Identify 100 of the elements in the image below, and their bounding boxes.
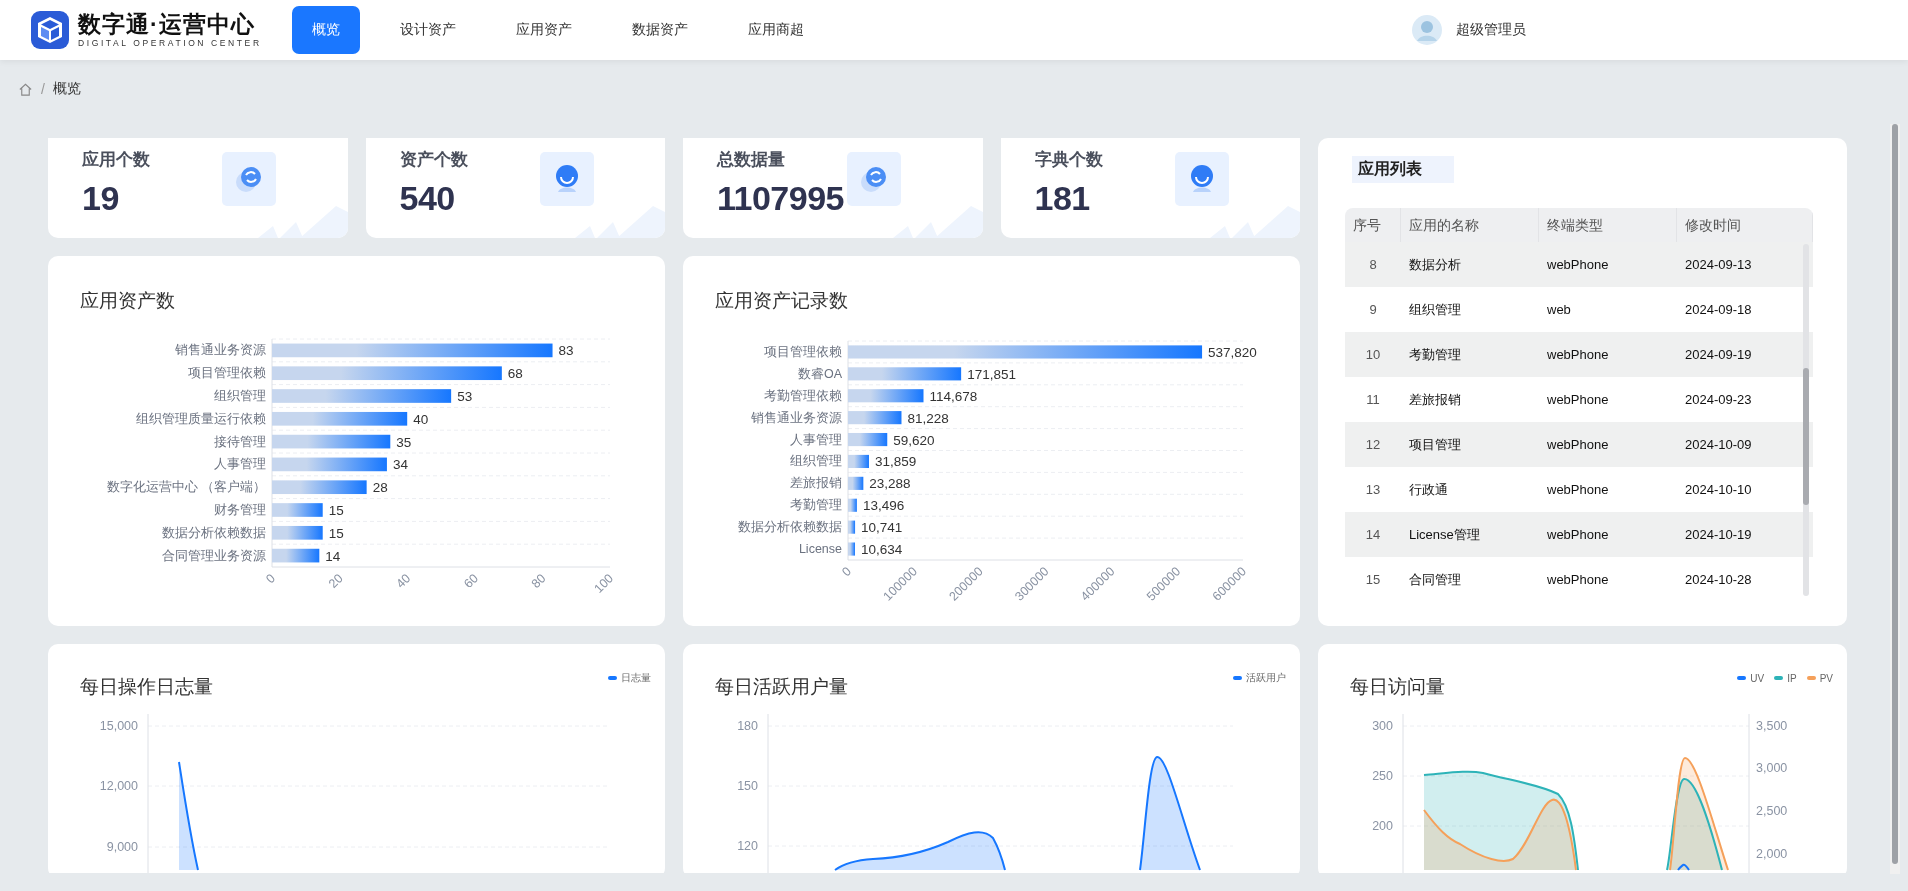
- table-cell-text: 8: [1368, 257, 1378, 272]
- table-cell-text: 10: [1364, 347, 1382, 362]
- table-cell-text: 15: [1364, 572, 1382, 587]
- app-title: 数字通·运营中心: [78, 11, 256, 37]
- table-cell-text: 12: [1364, 437, 1382, 452]
- axis-label: 3,000: [1756, 761, 1788, 775]
- avatar-icon[interactable]: [1412, 15, 1442, 45]
- axis-label: 80: [528, 571, 549, 591]
- category-label: 考勤管理依赖: [764, 388, 842, 403]
- table-cell-text: 11: [1365, 392, 1381, 407]
- table-cell-text: webPhone: [1546, 437, 1610, 452]
- value-label: 28: [372, 480, 388, 496]
- table-row[interactable]: 14 License管理 webPhone 2024-10-19: [1345, 512, 1813, 557]
- bar: [272, 525, 323, 540]
- table-cell-text: webPhone: [1546, 482, 1610, 497]
- nav-tab[interactable]: 应用商超: [728, 6, 824, 54]
- table-row[interactable]: 9 组织管理 web 2024-09-18: [1345, 287, 1813, 332]
- legend-label[interactable]: PV: [1819, 672, 1833, 684]
- axis-label: 15,000: [99, 719, 138, 733]
- table-cell-text: 2024-09-23: [1684, 392, 1753, 407]
- value-label: 40: [413, 411, 429, 427]
- table-cell-text: 差旅报销: [1408, 390, 1462, 409]
- nav-tab[interactable]: 数据资产: [612, 6, 708, 54]
- value-label: 15: [328, 525, 344, 541]
- category-label: 接待管理: [214, 434, 266, 449]
- table-cell-text: 14: [1364, 527, 1382, 542]
- axis-label: 250: [1372, 769, 1393, 783]
- table-row[interactable]: 15 合同管理 webPhone 2024-10-28: [1345, 557, 1813, 602]
- bar: [848, 433, 888, 447]
- table-row[interactable]: 8 数据分析 webPhone 2024-09-13: [1345, 242, 1813, 287]
- bar: [848, 476, 864, 490]
- category-label: 销售通业务资源: [751, 410, 842, 425]
- value-label: 537,820: [1208, 344, 1257, 360]
- table-cell-text: 项目管理: [1408, 435, 1462, 454]
- stat-value: 540: [399, 179, 456, 218]
- category-label: 合同管理业务资源: [162, 548, 266, 563]
- cube-logo-icon: [30, 10, 70, 50]
- nav-tab[interactable]: 应用资产: [496, 6, 592, 54]
- nav-tab[interactable]: 概览: [292, 6, 360, 54]
- table-cell-text: 2024-10-19: [1684, 527, 1753, 542]
- user-name[interactable]: 超级管理员: [1456, 21, 1526, 39]
- bar: [848, 498, 857, 512]
- axis-label: 2,000: [1756, 847, 1788, 861]
- legend-label[interactable]: IP: [1787, 672, 1797, 684]
- sync-icon: [222, 152, 276, 206]
- value-label: 14: [325, 548, 341, 564]
- axis-label: 3,500: [1756, 719, 1788, 733]
- stat-label: 总数据量: [717, 149, 786, 171]
- stat-value: 19: [82, 179, 120, 218]
- axis-label: 20: [326, 571, 346, 591]
- table-row[interactable]: 12 项目管理 webPhone 2024-10-09: [1345, 422, 1813, 467]
- table-row[interactable]: 13 行政通 webPhone 2024-10-10: [1345, 467, 1813, 512]
- legend-label[interactable]: 日志量: [621, 671, 651, 685]
- value-label: 31,859: [874, 454, 917, 470]
- scrollbar[interactable]: [1890, 124, 1900, 874]
- chart-title: 每日操作日志量: [80, 675, 213, 699]
- table-cell-text: 组织管理: [1408, 300, 1462, 319]
- home-icon[interactable]: [18, 81, 33, 97]
- category-label: 差旅报销: [790, 476, 842, 491]
- legend-label[interactable]: 活跃用户: [1246, 671, 1286, 685]
- value-label: 114,678: [929, 388, 978, 404]
- axis-label: 120: [737, 839, 758, 853]
- axis-label: 180: [737, 719, 758, 733]
- bar: [848, 411, 902, 425]
- value-label: 59,620: [893, 432, 935, 448]
- value-label: 35: [396, 434, 412, 450]
- axis-label: 40: [393, 571, 414, 591]
- axis-label: 0: [263, 571, 279, 587]
- scrollbar[interactable]: [1803, 244, 1809, 596]
- chart-title: 每日活跃用户量: [715, 675, 848, 699]
- stat-label: 资产个数: [399, 149, 469, 171]
- breadcrumb-separator: /: [41, 81, 45, 97]
- category-label: 组织管理质量运行依赖: [136, 411, 266, 426]
- table-cell-text: 数据分析: [1408, 255, 1462, 274]
- table-cell-text: 9: [1368, 302, 1378, 317]
- table-cell-text: webPhone: [1546, 572, 1610, 587]
- table-row[interactable]: 11 差旅报销 webPhone 2024-09-23: [1345, 377, 1813, 422]
- axis-label: 0: [839, 564, 855, 580]
- person-icon: [539, 152, 594, 206]
- value-label: 23,288: [869, 476, 911, 492]
- table-cell-text: License管理: [1408, 525, 1481, 544]
- category-label: 财务管理: [214, 503, 266, 517]
- value-label: 81,228: [907, 410, 949, 426]
- bar: [848, 542, 855, 556]
- table-cell-text: 2024-09-19: [1684, 347, 1753, 362]
- value-label: 10,741: [861, 520, 903, 536]
- category-label: 项目管理依赖: [188, 366, 266, 381]
- person-icon: [1174, 152, 1229, 206]
- table-cell-text: webPhone: [1546, 392, 1610, 407]
- table-cell-text: 2024-10-09: [1684, 437, 1753, 452]
- stat-label: 应用个数: [82, 149, 151, 171]
- legend-label[interactable]: UV: [1750, 672, 1765, 684]
- category-label: 项目管理依赖: [764, 344, 842, 359]
- axis-label: 12,000: [99, 779, 138, 793]
- table-row[interactable]: 10 考勤管理 webPhone 2024-09-19: [1345, 332, 1813, 377]
- table-cell-text: web: [1546, 302, 1572, 317]
- value-label: 53: [457, 389, 473, 404]
- nav-tab[interactable]: 设计资产: [380, 6, 476, 54]
- value-label: 13,496: [862, 498, 905, 514]
- table-cell-text: webPhone: [1546, 527, 1610, 542]
